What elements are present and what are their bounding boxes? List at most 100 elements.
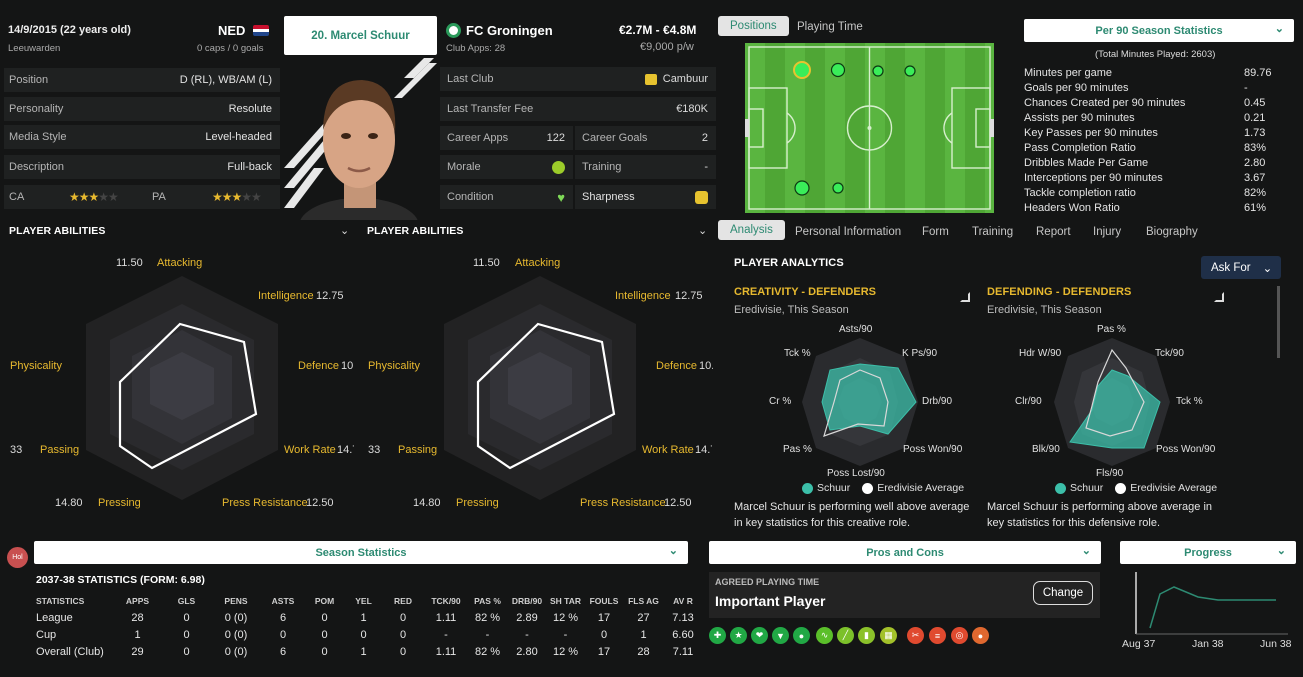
- per90-row: Dribbles Made Per Game 2.80: [1024, 157, 1266, 169]
- per90-row: Key Passes per 90 minutes 1.73: [1024, 127, 1266, 139]
- heart-icon: ♥: [557, 189, 565, 205]
- attacking-label: Attacking: [515, 257, 561, 269]
- table-cell: Overall (Club): [36, 645, 104, 658]
- column-header[interactable]: AV R: [663, 592, 703, 609]
- column-header[interactable]: TCK/90: [424, 592, 468, 609]
- column-header[interactable]: PENS: [210, 592, 262, 609]
- expand-icon[interactable]: [960, 292, 970, 302]
- tab-personal-information[interactable]: Personal Information: [795, 226, 901, 238]
- table-cell: 6: [279, 645, 287, 658]
- season-stats-dropdown[interactable]: Season Statistics ⌄: [34, 541, 688, 564]
- progress-x-1: Aug 37: [1122, 638, 1156, 650]
- expand-icon[interactable]: [1214, 292, 1224, 302]
- column-header[interactable]: POM: [304, 592, 345, 609]
- column-header[interactable]: APPS: [112, 592, 163, 609]
- per90-row: Goals per 90 minutes -: [1024, 82, 1248, 94]
- column-header[interactable]: SH TAR: [547, 592, 584, 609]
- column-header[interactable]: DRB/90: [507, 592, 547, 609]
- column-header[interactable]: PAS %: [468, 592, 507, 609]
- table-row[interactable]: League 28 0 0 (0) 6 0 1 0 1.11 82 % 2.89 12 % 17 27 7.…: [36, 609, 703, 626]
- pro-icon-7[interactable]: ╱: [837, 627, 854, 644]
- player-name-box[interactable]: 20. Marcel Schuur: [284, 16, 437, 55]
- per90-row: Tackle completion ratio 82%: [1024, 187, 1267, 199]
- table-cell: 6.60: [672, 628, 694, 641]
- tab-positions[interactable]: Positions: [718, 16, 789, 36]
- pro-icon-5[interactable]: ●: [793, 627, 810, 644]
- table-cell: -: [525, 628, 529, 641]
- intelligence-label: Intelligence: [615, 290, 671, 302]
- cre-posslost: Poss Lost/90: [827, 468, 885, 479]
- positions-pitch[interactable]: [745, 43, 994, 213]
- table-cell: 1.11: [435, 645, 457, 658]
- table-row[interactable]: Overall (Club) 29 0 0 (0) 6 0 1 0 1.11 82 % 2.80 12…: [36, 643, 703, 660]
- change-button[interactable]: Change: [1033, 581, 1093, 605]
- table-cell: 0: [399, 645, 407, 658]
- table-cell: 1: [640, 628, 647, 641]
- pro-icon-4[interactable]: ▼: [772, 627, 789, 644]
- ability-row: CA ★★★★★ PA ★★★★★: [4, 185, 280, 209]
- tab-injury[interactable]: Injury: [1093, 226, 1121, 238]
- chevron-down-icon[interactable]: ⌄: [698, 224, 707, 237]
- per90-dropdown[interactable]: Per 90 Season Statistics ⌄: [1024, 19, 1294, 42]
- table-row[interactable]: Cup 1 0 0 (0) 0 0 0 0 - - - - 0 1 6.60: [36, 626, 703, 643]
- column-header[interactable]: FLS AG: [624, 592, 663, 609]
- abilities-title-1: PLAYER ABILITIES: [9, 225, 106, 237]
- pro-icon-8[interactable]: ▮: [858, 627, 875, 644]
- column-header[interactable]: YEL: [345, 592, 382, 609]
- con-icon-1[interactable]: ✂: [907, 627, 924, 644]
- con-icon-4[interactable]: ●: [972, 627, 989, 644]
- table-cell: 28: [131, 611, 144, 624]
- tab-biography[interactable]: Biography: [1146, 226, 1198, 238]
- pro-icon-2[interactable]: ★: [730, 627, 747, 644]
- per90-row: Minutes per game 89.76: [1024, 67, 1272, 79]
- birthplace: Leeuwarden: [8, 43, 61, 54]
- column-header[interactable]: GLS: [163, 592, 210, 609]
- con-icon-2[interactable]: ≡: [929, 627, 946, 644]
- intelligence-label: Intelligence: [258, 290, 314, 302]
- season-stats-table: STATISTICS APPS GLS PENS ASTS POM YEL RED TCK/90…: [36, 592, 703, 660]
- tab-playing-time[interactable]: Playing Time: [797, 21, 863, 33]
- column-header[interactable]: FOULS: [584, 592, 624, 609]
- defending-desc: Marcel Schuur is performing above averag…: [987, 501, 1213, 529]
- ask-for-button[interactable]: Ask For ⌄: [1201, 256, 1281, 279]
- table-cell: 0: [360, 628, 367, 641]
- con-icon-3[interactable]: ◎: [951, 627, 968, 644]
- table-cell: 82 %: [474, 611, 501, 624]
- defence-value: 10: [341, 360, 354, 372]
- tab-analysis[interactable]: Analysis: [718, 220, 785, 240]
- club-name[interactable]: FC Groningen: [466, 23, 553, 38]
- training-row[interactable]: Training -: [575, 155, 716, 179]
- morale-row[interactable]: Morale: [440, 155, 573, 179]
- pro-icon-1[interactable]: ✚: [709, 627, 726, 644]
- column-header[interactable]: ASTS: [262, 592, 304, 609]
- intelligence-value: 12.75: [316, 290, 344, 302]
- per90-row: Chances Created per 90 minutes 0.45: [1024, 97, 1266, 109]
- progress-dropdown[interactable]: Progress ⌄: [1120, 541, 1296, 564]
- def-tckpct: Tck %: [1176, 396, 1203, 407]
- per90-row: Pass Completion Ratio 83%: [1024, 142, 1267, 154]
- cre-tck: Tck %: [784, 348, 811, 359]
- table-cell: 0: [279, 628, 287, 641]
- pro-icon-3[interactable]: ❤: [751, 627, 768, 644]
- chevron-down-icon[interactable]: ⌄: [340, 224, 349, 237]
- pro-icon-6[interactable]: ∿: [816, 627, 833, 644]
- hol-badge[interactable]: Hol: [7, 547, 28, 568]
- table-cell: 6: [279, 611, 287, 624]
- tab-report[interactable]: Report: [1036, 226, 1071, 238]
- nation-code[interactable]: NED: [218, 23, 245, 38]
- tab-form[interactable]: Form: [922, 226, 949, 238]
- table-cell: 17: [597, 645, 611, 658]
- scrollbar[interactable]: [1277, 286, 1280, 358]
- table-cell: 0: [321, 628, 328, 641]
- tab-training[interactable]: Training: [972, 226, 1013, 238]
- table-cell: 1.11: [435, 611, 457, 624]
- work-rate-value: 14.7: [695, 444, 712, 456]
- column-header[interactable]: RED: [382, 592, 424, 609]
- column-header[interactable]: STATISTICS: [36, 592, 112, 609]
- press-resistance-value: 12.50: [306, 497, 334, 509]
- pro-icon-9[interactable]: ▦: [880, 627, 897, 644]
- per90-row: Headers Won Ratio 61%: [1024, 202, 1267, 214]
- pros-cons-dropdown[interactable]: Pros and Cons ⌄: [709, 541, 1101, 564]
- table-cell: 12 %: [552, 645, 579, 658]
- passing-value: 33: [10, 444, 23, 456]
